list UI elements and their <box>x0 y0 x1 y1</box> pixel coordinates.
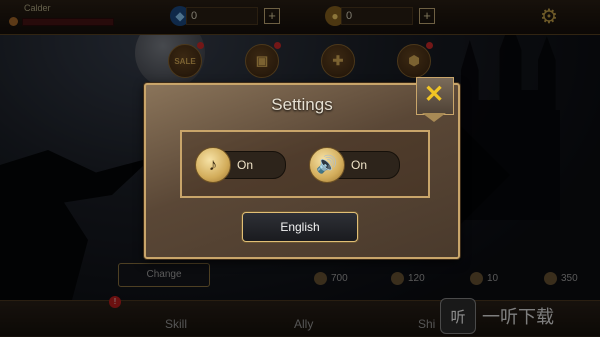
sound-state: On <box>351 158 368 172</box>
speaker-icon: 🔊 <box>309 147 345 183</box>
close-icon[interactable]: ✕ <box>416 77 452 113</box>
music-toggle[interactable]: ♪ On <box>195 147 286 183</box>
audio-options-panel: ♪ On 🔊 On <box>180 130 430 198</box>
close-tip <box>422 113 446 122</box>
language-button[interactable]: English <box>242 212 358 242</box>
music-state: On <box>237 158 254 172</box>
music-note-icon: ♪ <box>195 147 231 183</box>
sound-toggle[interactable]: 🔊 On <box>309 147 400 183</box>
close-button[interactable]: ✕ <box>416 77 454 122</box>
settings-dialog: Settings ♪ On 🔊 On English <box>144 83 460 259</box>
dialog-title: Settings <box>271 95 333 114</box>
